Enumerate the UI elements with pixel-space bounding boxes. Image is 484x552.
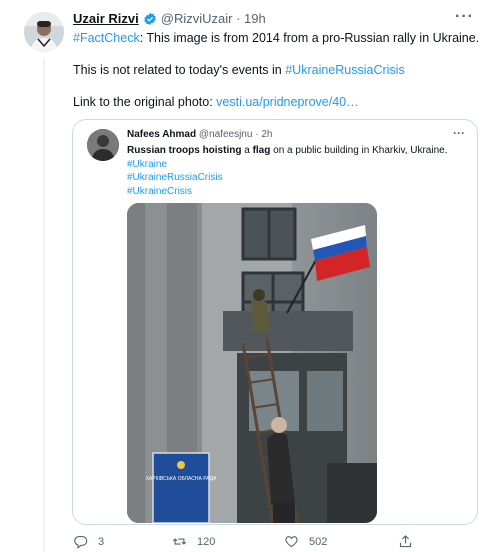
quote-author-name[interactable]: Nafees Ahmad [127, 129, 196, 140]
author-avatar[interactable] [24, 12, 64, 52]
action-bar: 3 120 502 [73, 534, 473, 550]
more-icon[interactable]: ··· [455, 8, 474, 26]
like-icon [285, 536, 298, 548]
quote-author-avatar[interactable] [87, 129, 119, 161]
retweet-icon [172, 538, 187, 545]
quote-time[interactable]: 2h [261, 129, 272, 140]
share-icon [399, 535, 412, 548]
tweet-text-2: This is not related to today's events in [73, 63, 286, 77]
quote-photo[interactable]: ХАРКІВСЬКА ОБЛАСНА РАДА [127, 203, 377, 523]
retweet-count: 120 [197, 535, 216, 548]
sign-text: ХАРКІВСЬКА ОБЛАСНА РАДА [146, 476, 218, 482]
quote-hashtag-ukraine[interactable]: #Ukraine [127, 158, 448, 172]
quote-hashtag-ukraine-crisis[interactable]: #UkraineCrisis [127, 185, 448, 199]
share-button[interactable] [398, 534, 423, 549]
retweet-button[interactable]: 120 [172, 534, 215, 549]
quote-bold-1: Russian troops hoisting [127, 145, 242, 156]
tweet-text-1: : This image is from 2014 from a pro-Rus… [139, 31, 480, 45]
author-name[interactable]: Uzair Rizvi [73, 11, 139, 26]
tweet-line-1: #FactCheck: This image is from 2014 from… [73, 30, 479, 46]
quoted-tweet[interactable]: Nafees Ahmad @nafeesjnu · 2h ··· Russian… [72, 119, 478, 525]
tweet[interactable]: Uzair Rizvi @RizviUzair · 19h ··· #FactC… [0, 0, 484, 552]
quote-hashtag-ukraine-russia-crisis[interactable]: #UkraineRussiaCrisis [127, 171, 448, 185]
reply-icon [74, 535, 88, 549]
quote-mid: a [241, 145, 253, 156]
quote-rest: on a public building in Kharkiv, Ukraine… [270, 145, 448, 156]
tweet-time[interactable]: 19h [244, 11, 266, 26]
like-button[interactable]: 502 [284, 534, 327, 549]
thread-line [43, 58, 45, 552]
quote-bold-2: flag [252, 145, 271, 156]
quote-text: Russian troops hoisting a flag on a publ… [127, 144, 448, 198]
tweet-line-2: This is not related to today's events in… [73, 62, 473, 78]
tweet-text-3: Link to the original photo: [73, 95, 217, 109]
quote-header: Nafees Ahmad @nafeesjnu · 2h [127, 129, 272, 140]
reply-count: 3 [98, 535, 105, 548]
tweet-line-3: Link to the original photo: vesti.ua/pri… [73, 94, 473, 110]
ukraine-russia-crisis-hashtag[interactable]: #UkraineRussiaCrisis [285, 63, 404, 77]
reply-button[interactable]: 3 [73, 534, 104, 549]
quote-author-handle[interactable]: @nafeesjnu [199, 129, 253, 140]
quote-text-line: Russian troops hoisting a flag on a publ… [127, 145, 448, 156]
factcheck-hashtag[interactable]: #FactCheck [73, 31, 140, 45]
quote-separator: · [252, 129, 262, 140]
separator-dot: · [232, 11, 245, 26]
tweet-header: Uzair Rizvi @RizviUzair · 19h [73, 11, 266, 26]
like-count: 502 [309, 535, 328, 548]
original-photo-link[interactable]: vesti.ua/pridneprove/40… [216, 95, 358, 109]
author-handle[interactable]: @RizviUzair [161, 11, 233, 26]
verified-icon [144, 12, 156, 25]
quote-more-icon[interactable]: ··· [453, 126, 465, 140]
